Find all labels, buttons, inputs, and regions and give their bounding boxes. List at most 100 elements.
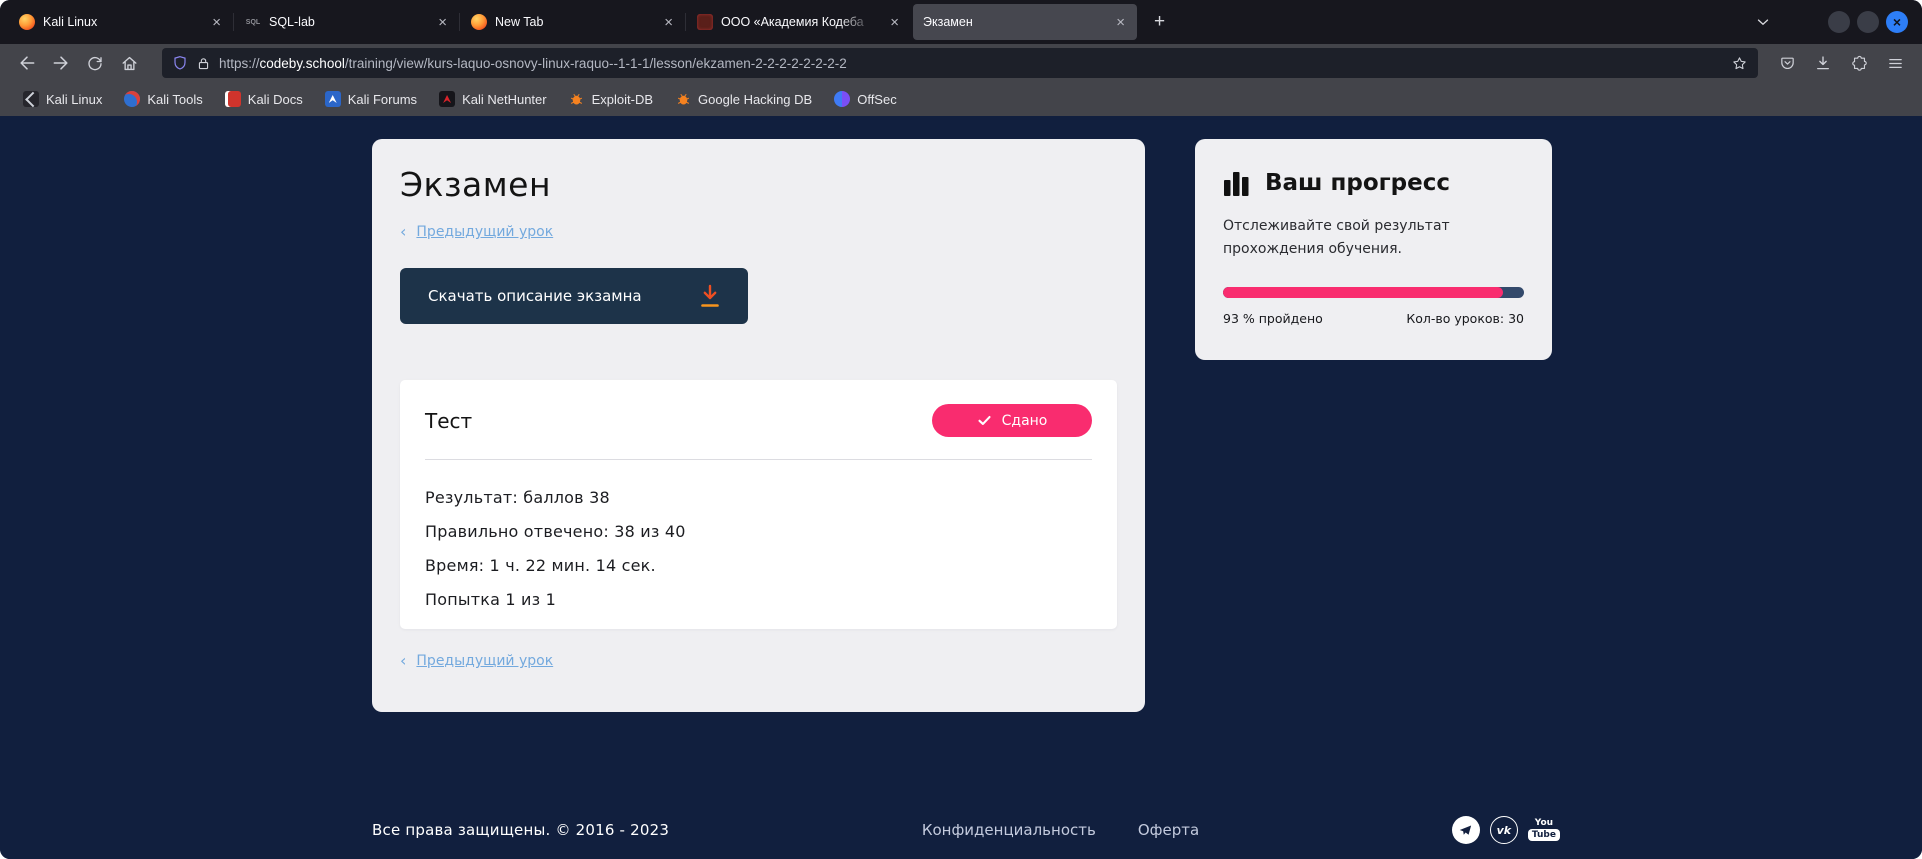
download-button-label: Скачать описание экзамна: [428, 287, 642, 305]
progress-bar: [1223, 287, 1524, 298]
downloads-icon[interactable]: [1808, 49, 1838, 77]
codeby-favicon-icon: [697, 14, 713, 30]
bookmark-star-icon[interactable]: [1731, 55, 1748, 72]
progress-fill: [1223, 287, 1503, 298]
google-hacking-db-bug-favicon-icon: [675, 91, 691, 107]
progress-percent-label: 93 % пройдено: [1223, 311, 1323, 326]
tab-exam-active[interactable]: Экзамен ×: [913, 4, 1137, 40]
chevron-left-icon: ‹: [400, 653, 406, 669]
tab-close-icon[interactable]: ×: [208, 13, 225, 32]
telegram-icon[interactable]: [1452, 816, 1480, 844]
bookmark-offsec[interactable]: OffSec: [825, 87, 906, 111]
bookmark-label: Exploit-DB: [592, 92, 653, 107]
bar-chart-icon: [1223, 169, 1250, 197]
bookmark-kali-docs[interactable]: Kali Docs: [216, 87, 312, 111]
bookmark-kali-forums[interactable]: Kali Forums: [316, 87, 426, 111]
bookmark-label: Kali Docs: [248, 92, 303, 107]
bookmark-google-hacking-db[interactable]: Google Hacking DB: [666, 87, 821, 111]
social-icons: vk You Tube: [1452, 816, 1560, 844]
passed-badge-label: Сдано: [1002, 413, 1048, 429]
back-icon[interactable]: [12, 49, 42, 77]
pocket-icon[interactable]: [1772, 49, 1802, 77]
test-title: Тест: [425, 409, 472, 433]
kali-nethunter-favicon-icon: [439, 91, 455, 107]
tab-title: ООО «Академия Кодеба: [721, 15, 878, 29]
reload-icon[interactable]: [80, 49, 110, 77]
previous-lesson-link-label[interactable]: Предыдущий урок: [416, 653, 553, 669]
url-text[interactable]: https://codeby.school/training/view/kurs…: [219, 56, 1723, 71]
result-correct-answers: Правильно отвечено: 38 из 40: [425, 522, 1092, 541]
offer-link[interactable]: Оферта: [1138, 821, 1199, 839]
progress-title: Ваш прогресс: [1265, 170, 1450, 196]
url-path: /training/view/kurs-laquo-osnovy-linux-r…: [345, 56, 847, 71]
kali-linux-favicon-icon: [23, 91, 39, 107]
result-time: Время: 1 ч. 22 мин. 14 сек.: [425, 556, 1092, 575]
bookmark-kali-nethunter[interactable]: Kali NetHunter: [430, 87, 556, 111]
lock-icon[interactable]: [196, 56, 211, 71]
tab-title: Kali Linux: [43, 15, 200, 29]
previous-lesson-link-label[interactable]: Предыдущий урок: [416, 224, 553, 240]
tab-title: SQL-lab: [269, 15, 426, 29]
lessons-count-label: Кол-во уроков: 30: [1406, 311, 1524, 326]
url-domain: codeby.school: [260, 56, 345, 71]
progress-card: Ваш прогресс Отслеживайте свой результат…: [1195, 139, 1552, 360]
window-controls: ×: [1828, 11, 1908, 33]
tab-close-icon[interactable]: ×: [660, 13, 677, 32]
test-result-card: Тест Сдано Результат: баллов 38 Правильн…: [400, 380, 1117, 629]
home-icon[interactable]: [114, 49, 144, 77]
bookmark-label: OffSec: [857, 92, 897, 107]
previous-lesson-link-top[interactable]: ‹ Предыдущий урок: [400, 224, 1117, 240]
menu-hamburger-icon[interactable]: [1880, 49, 1910, 77]
bookmark-exploit-db[interactable]: Exploit-DB: [560, 87, 662, 111]
firefox-favicon-icon: [19, 14, 35, 30]
tab-kali-linux[interactable]: Kali Linux ×: [9, 4, 233, 40]
divider: [425, 459, 1092, 460]
test-results: Результат: баллов 38 Правильно отвечено:…: [425, 488, 1092, 609]
bookmark-label: Kali NetHunter: [462, 92, 547, 107]
url-scheme: https://: [219, 56, 260, 71]
footer-links: Конфиденциальность Оферта: [922, 821, 1199, 839]
bookmarks-bar: Kali Linux Kali Tools Kali Docs Kali For…: [0, 82, 1922, 116]
tab-close-icon[interactable]: ×: [434, 13, 451, 32]
bookmark-label: Google Hacking DB: [698, 92, 812, 107]
url-bar[interactable]: https://codeby.school/training/view/kurs…: [162, 48, 1758, 78]
list-all-tabs-chevron-icon[interactable]: [1754, 13, 1772, 31]
download-exam-description-button[interactable]: Скачать описание экзамна: [400, 268, 748, 324]
copyright-text: Все права защищены. © 2016 - 2023: [372, 821, 669, 839]
bookmark-label: Kali Tools: [147, 92, 202, 107]
vk-icon[interactable]: vk: [1490, 816, 1518, 844]
tab-codeby-academy[interactable]: ООО «Академия Кодеба ×: [687, 4, 911, 40]
result-score: Результат: баллов 38: [425, 488, 1092, 507]
window-maximize-button[interactable]: [1857, 11, 1879, 33]
forward-icon[interactable]: [46, 49, 76, 77]
tracking-protection-shield-icon[interactable]: [172, 55, 188, 71]
privacy-link[interactable]: Конфиденциальность: [922, 821, 1096, 839]
page-title: Экзамен: [400, 165, 1117, 204]
passed-status-badge: Сдано: [932, 404, 1092, 437]
window-minimize-button[interactable]: [1828, 11, 1850, 33]
firefox-favicon-icon: [471, 14, 487, 30]
extensions-puzzle-icon[interactable]: [1844, 49, 1874, 77]
browser-window: Kali Linux × SQL SQL-lab × New Tab × ООО…: [0, 0, 1922, 859]
new-tab-button[interactable]: +: [1144, 7, 1175, 37]
exam-card: Экзамен ‹ Предыдущий урок Скачать описан…: [372, 139, 1145, 712]
page-content: Экзамен ‹ Предыдущий урок Скачать описан…: [0, 116, 1922, 859]
footer: Все права защищены. © 2016 - 2023 Конфид…: [372, 801, 1560, 859]
tab-close-icon[interactable]: ×: [1112, 13, 1129, 32]
bookmark-kali-linux[interactable]: Kali Linux: [14, 87, 111, 111]
chevron-left-icon: ‹: [400, 224, 406, 240]
youtube-icon[interactable]: You Tube: [1528, 819, 1560, 842]
download-arrow-icon: [698, 283, 722, 309]
kali-docs-favicon-icon: [225, 91, 241, 107]
bookmark-label: Kali Linux: [46, 92, 102, 107]
window-close-button[interactable]: ×: [1886, 11, 1908, 33]
bookmark-kali-tools[interactable]: Kali Tools: [115, 87, 211, 111]
result-attempt: Попытка 1 из 1: [425, 590, 1092, 609]
bookmark-label: Kali Forums: [348, 92, 417, 107]
tab-sql-lab[interactable]: SQL SQL-lab ×: [235, 4, 459, 40]
offsec-favicon-icon: [834, 91, 850, 107]
tab-close-icon[interactable]: ×: [886, 13, 903, 32]
tab-new-tab[interactable]: New Tab ×: [461, 4, 685, 40]
previous-lesson-link-bottom[interactable]: ‹ Предыдущий урок: [400, 653, 1117, 669]
exploit-db-bug-favicon-icon: [569, 91, 585, 107]
